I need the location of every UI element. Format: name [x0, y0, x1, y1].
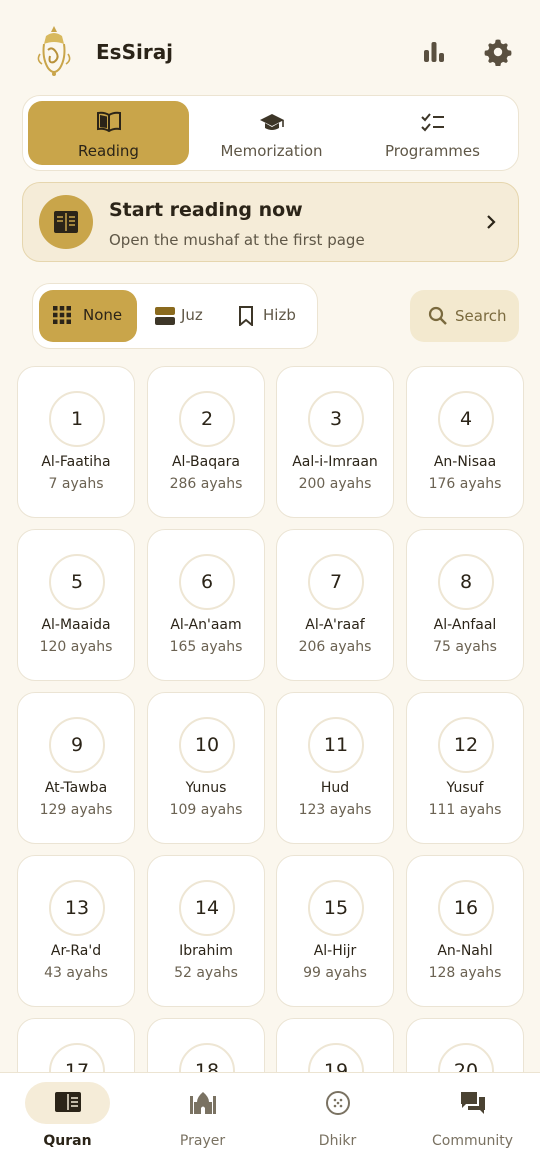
- surah-number: 14: [179, 880, 235, 936]
- nav-community[interactable]: Community: [405, 1073, 540, 1158]
- surah-card[interactable]: 16 An-Nahl 128 ayahs: [406, 855, 524, 1007]
- surah-ayahs: 206 ayahs: [298, 639, 372, 655]
- prayer-beads-icon: [325, 1091, 350, 1115]
- surah-ayahs: 111 ayahs: [428, 802, 502, 818]
- surah-ayahs: 123 ayahs: [298, 802, 372, 818]
- surah-number: 19: [308, 1043, 364, 1072]
- surah-card[interactable]: 14 Ibrahim 52 ayahs: [147, 855, 265, 1007]
- surah-name: Al-A'raaf: [305, 617, 365, 633]
- nav-label: Prayer: [179, 1133, 226, 1149]
- nav-label: Quran: [43, 1133, 92, 1149]
- surah-card[interactable]: 3 Aal-i-Imraan 200 ayahs: [276, 366, 394, 518]
- surah-number: 16: [438, 880, 494, 936]
- surah-number: 7: [308, 554, 364, 610]
- nav-quran[interactable]: Quran: [0, 1073, 135, 1158]
- surah-card[interactable]: 4 An-Nisaa 176 ayahs: [406, 366, 524, 518]
- surah-card[interactable]: 6 Al-An'aam 165 ayahs: [147, 529, 265, 681]
- surah-grid: 1 Al-Faatiha 7 ayahs 2 Al-Baqara 286 ayahs 3…: [0, 0, 540, 1072]
- surah-number: 12: [438, 717, 494, 773]
- surah-card[interactable]: 2 Al-Baqara 286 ayahs: [147, 366, 265, 518]
- surah-name: Yunus: [185, 780, 227, 796]
- surah-number: 9: [49, 717, 105, 773]
- surah-number: 3: [308, 391, 364, 447]
- surah-ayahs: 43 ayahs: [44, 965, 108, 981]
- surah-number: 13: [49, 880, 105, 936]
- surah-number: 1: [49, 391, 105, 447]
- surah-ayahs: 120 ayahs: [39, 639, 113, 655]
- surah-card[interactable]: 11 Hud 123 ayahs: [276, 692, 394, 844]
- surah-name: Ibrahim: [179, 943, 233, 959]
- nav-label: Dhikr: [318, 1133, 357, 1149]
- surah-name: Al-Maaida: [41, 617, 111, 633]
- surah-card[interactable]: 17: [17, 1018, 135, 1072]
- surah-number: 5: [49, 554, 105, 610]
- surah-number: 10: [179, 717, 235, 773]
- surah-name: Al-Anfaal: [433, 617, 497, 633]
- surah-card[interactable]: 5 Al-Maaida 120 ayahs: [17, 529, 135, 681]
- surah-ayahs: 176 ayahs: [428, 476, 502, 492]
- surah-card[interactable]: 9 At-Tawba 129 ayahs: [17, 692, 135, 844]
- surah-ayahs: 165 ayahs: [169, 639, 243, 655]
- surah-name: Al-Baqara: [171, 454, 240, 470]
- surah-number: 15: [308, 880, 364, 936]
- surah-card[interactable]: 13 Ar-Ra'd 43 ayahs: [17, 855, 135, 1007]
- nav-label: Community: [431, 1133, 514, 1149]
- surah-name: Hud: [320, 780, 350, 796]
- surah-ayahs: 99 ayahs: [303, 965, 367, 981]
- surah-name: Al-Faatiha: [41, 454, 111, 470]
- nav-prayer[interactable]: Prayer: [135, 1073, 270, 1158]
- surah-ayahs: 129 ayahs: [39, 802, 113, 818]
- mosque-icon: [189, 1092, 216, 1114]
- surah-name: An-Nisaa: [433, 454, 497, 470]
- surah-name: Aal-i-Imraan: [292, 454, 378, 470]
- nav-dhikr[interactable]: Dhikr: [270, 1073, 405, 1158]
- surah-card[interactable]: 10 Yunus 109 ayahs: [147, 692, 265, 844]
- surah-card[interactable]: 12 Yusuf 111 ayahs: [406, 692, 524, 844]
- surah-number: 17: [49, 1043, 105, 1072]
- surah-card[interactable]: 15 Al-Hijr 99 ayahs: [276, 855, 394, 1007]
- surah-card[interactable]: 18: [147, 1018, 265, 1072]
- surah-ayahs: 52 ayahs: [174, 965, 238, 981]
- surah-card[interactable]: 19: [276, 1018, 394, 1072]
- quran-book-icon: [54, 1092, 81, 1112]
- surah-card[interactable]: 20: [406, 1018, 524, 1072]
- surah-name: An-Nahl: [437, 943, 493, 959]
- surah-number: 18: [179, 1043, 235, 1072]
- surah-ayahs: 128 ayahs: [428, 965, 502, 981]
- surah-number: 4: [438, 391, 494, 447]
- surah-name: Al-Hijr: [313, 943, 357, 959]
- chat-bubbles-icon: [460, 1092, 485, 1114]
- surah-number: 11: [308, 717, 364, 773]
- bottom-nav: Quran Prayer Dhikr Community: [0, 1072, 540, 1158]
- surah-ayahs: 7 ayahs: [48, 476, 104, 492]
- surah-ayahs: 75 ayahs: [433, 639, 497, 655]
- surah-name: Al-An'aam: [170, 617, 242, 633]
- surah-name: At-Tawba: [44, 780, 108, 796]
- surah-number: 20: [438, 1043, 494, 1072]
- surah-ayahs: 200 ayahs: [298, 476, 372, 492]
- surah-ayahs: 109 ayahs: [169, 802, 243, 818]
- surah-ayahs: 286 ayahs: [169, 476, 243, 492]
- surah-number: 2: [179, 391, 235, 447]
- surah-card[interactable]: 7 Al-A'raaf 206 ayahs: [276, 529, 394, 681]
- surah-name: Ar-Ra'd: [50, 943, 102, 959]
- surah-card[interactable]: 1 Al-Faatiha 7 ayahs: [17, 366, 135, 518]
- surah-number: 8: [438, 554, 494, 610]
- surah-name: Yusuf: [446, 780, 484, 796]
- surah-number: 6: [179, 554, 235, 610]
- surah-card[interactable]: 8 Al-Anfaal 75 ayahs: [406, 529, 524, 681]
